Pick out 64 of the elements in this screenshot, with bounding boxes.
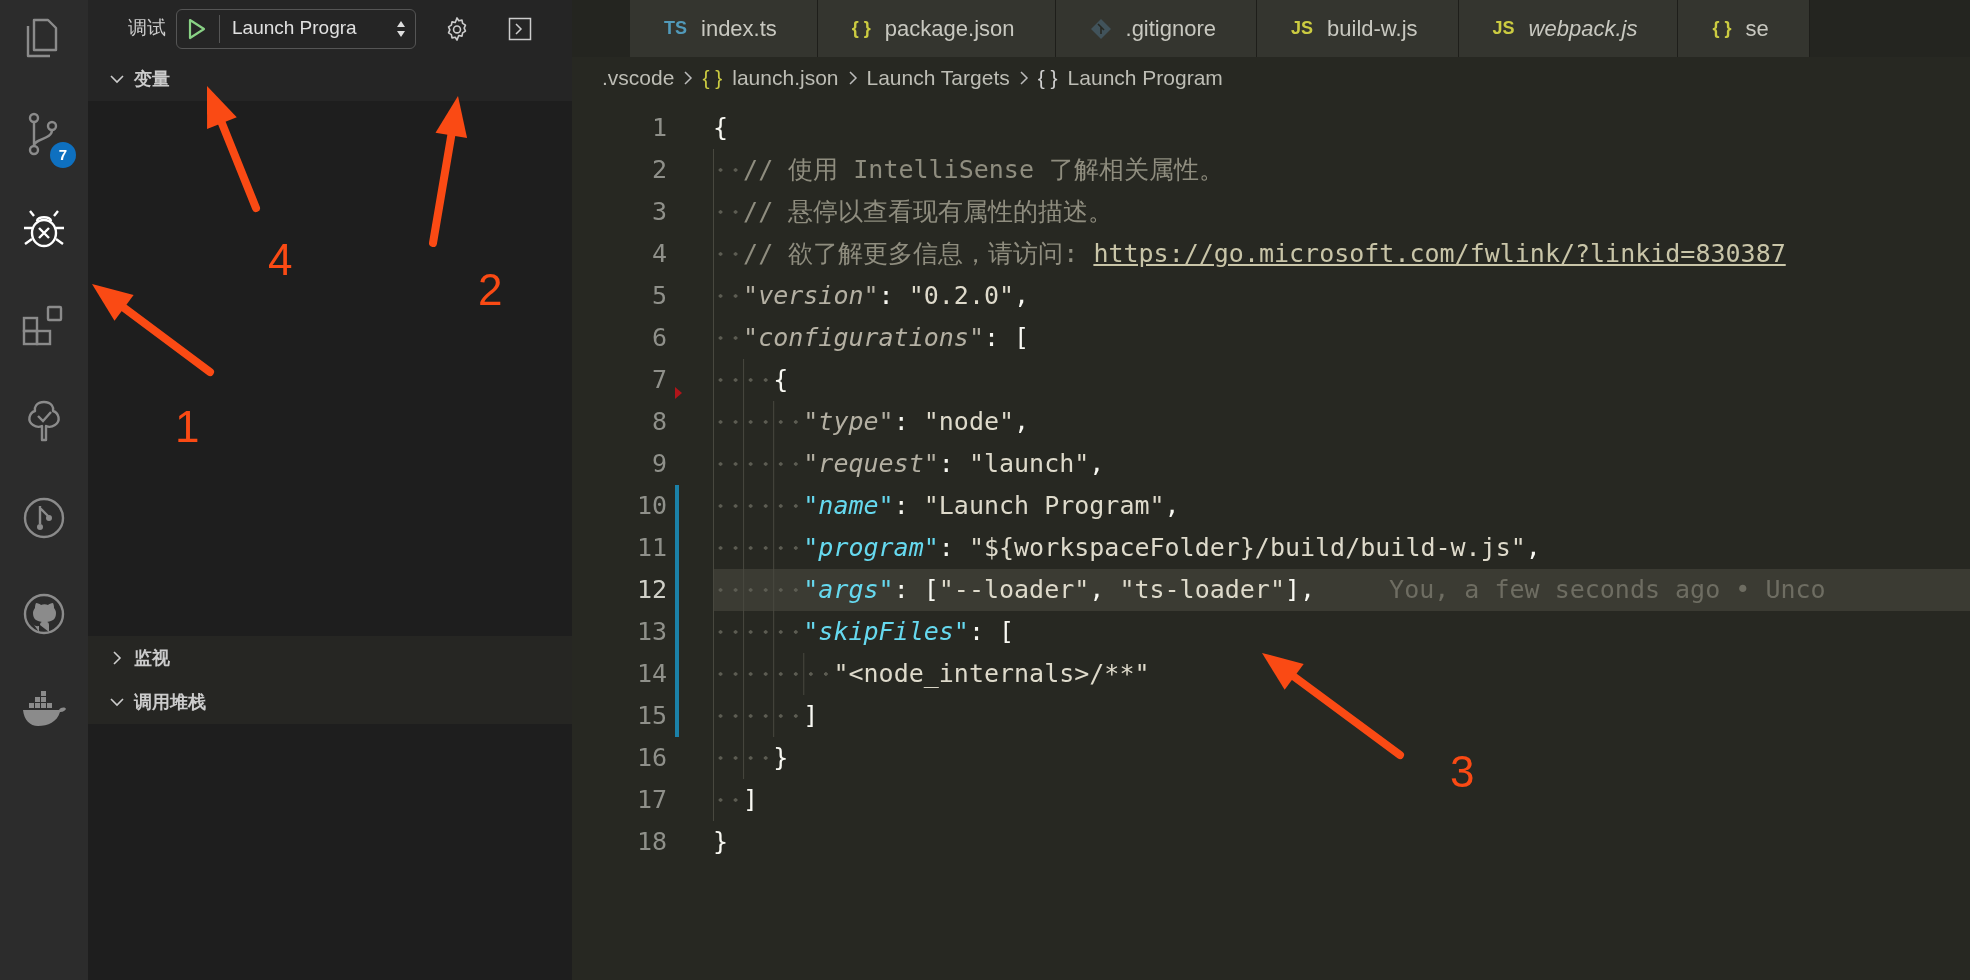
diamond-icon: [1089, 17, 1112, 40]
line-number: 9: [650, 448, 667, 481]
editor-tab[interactable]: JS webpack.js: [1458, 0, 1679, 57]
file-type-icon: { }: [851, 15, 871, 42]
code-line: {: [713, 359, 1970, 401]
editor-tab[interactable]: { } se: [1678, 0, 1810, 57]
code-line: "type": "node",: [713, 401, 1970, 443]
file-type-icon: JS: [1492, 15, 1515, 42]
line-number: 3: [650, 196, 667, 229]
editor-tab[interactable]: .gitignore: [1055, 0, 1258, 57]
breadcrumb-item[interactable]: Launch Targets: [866, 62, 1010, 94]
line-number: 18: [635, 826, 667, 859]
play-icon[interactable]: [187, 17, 207, 40]
terminal-icon[interactable]: [508, 16, 532, 41]
line-number: 12: [635, 574, 667, 607]
line-number: 8: [650, 406, 667, 439]
code-line: // 使用 IntelliSense 了解相关属性。: [713, 149, 1970, 191]
line-number: 2: [650, 154, 667, 187]
code-line: ]: [713, 695, 1970, 737]
code-line: "request": "launch",: [713, 443, 1970, 485]
line-number: 13: [635, 616, 667, 649]
debug-label: 调试: [128, 16, 166, 41]
code-line: // 欲了解更多信息，请访问: https://go.microsoft.com/fwlink/?linkid=830387: [713, 233, 1970, 275]
code-line: // 悬停以查看现有属性的描述。: [713, 191, 1970, 233]
chevron-right-icon: [846, 69, 859, 87]
line-number: 10: [635, 490, 667, 523]
file-type-icon: { }: [1712, 15, 1732, 42]
annotation-number: 1: [175, 405, 200, 449]
code-line: "<node_internals>/**": [713, 653, 1970, 695]
configuration-name: Launch Progra: [232, 16, 357, 41]
count-badge: 7: [50, 142, 76, 168]
section-header[interactable]: 监视: [88, 636, 572, 680]
annotation-number: 4: [268, 238, 293, 282]
file-type-icon: TS: [664, 15, 687, 42]
annotation-number: 2: [478, 268, 503, 312]
section-header[interactable]: 变量: [88, 57, 572, 101]
code-line: {: [713, 112, 730, 145]
line-number: 11: [635, 532, 667, 565]
line-number: 5: [650, 280, 667, 313]
section-header[interactable]: 调用堆栈: [88, 680, 572, 724]
chevron-right-icon: [1017, 69, 1030, 87]
code-line: "name": "Launch Program",: [713, 485, 1970, 527]
code-line: "configurations": [: [713, 317, 1970, 359]
line-number: 4: [650, 238, 667, 271]
line-number: 7: [650, 364, 667, 397]
code-line: }: [713, 826, 730, 859]
line-number: 1: [650, 112, 667, 145]
code-line: "version": "0.2.0",: [713, 275, 1970, 317]
file-type-icon: JS: [1291, 15, 1314, 42]
editor-tab[interactable]: TS index.ts: [630, 0, 818, 57]
line-number: 6: [650, 322, 667, 355]
configuration-dropdown[interactable]: Launch Progra: [176, 8, 416, 49]
editor-tab[interactable]: { } package.json: [817, 0, 1056, 57]
code-line: "program": "${workspaceFolder}/build/build-w.js",: [713, 527, 1970, 569]
chevron-right-icon: [682, 69, 695, 87]
line-number: 16: [635, 742, 667, 775]
line-number: 15: [635, 700, 667, 733]
editor-tab[interactable]: JS build-w.js: [1257, 0, 1459, 57]
code-line: "skipFiles": [: [713, 611, 1970, 653]
breadcrumb-item[interactable]: { } launch.json: [702, 62, 839, 94]
breadcrumb-item[interactable]: .vscode: [602, 62, 675, 94]
line-number: 14: [635, 658, 667, 691]
breadcrumb-item[interactable]: { } Launch Program: [1037, 62, 1223, 94]
line-number: 17: [635, 784, 667, 817]
